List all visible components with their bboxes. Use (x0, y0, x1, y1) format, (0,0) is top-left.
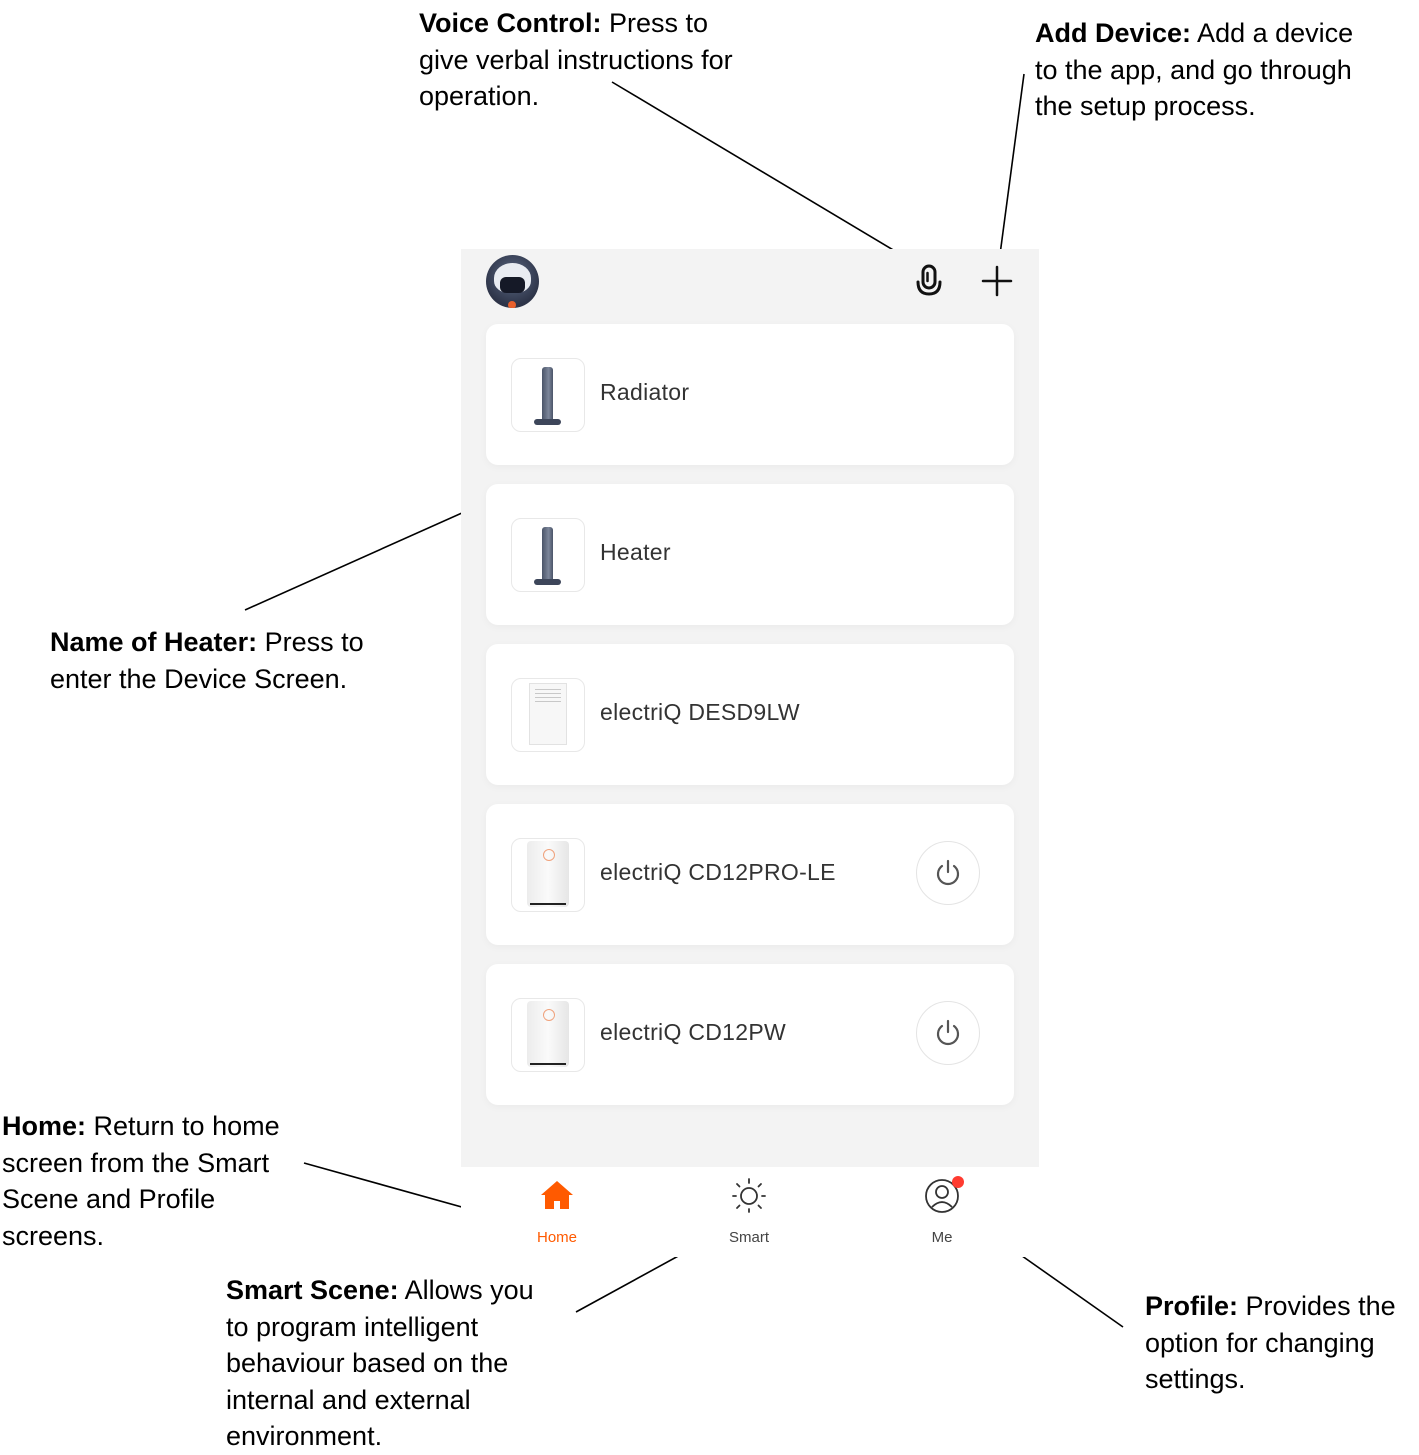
tab-home[interactable]: Home (507, 1173, 607, 1246)
annotation-text: environment. (226, 1421, 383, 1451)
annotation-title: Voice Control: (419, 8, 602, 38)
power-icon (936, 859, 960, 886)
grill-line (535, 697, 561, 698)
avatar-dot (508, 301, 516, 308)
annotation-add-device: Add Device: Add a device to the app, and… (1035, 15, 1353, 125)
tower-base (534, 419, 561, 425)
annotation-profile: Profile: Provides the option for changin… (1145, 1288, 1396, 1398)
tab-label: Home (536, 1229, 577, 1246)
device-card[interactable]: electriQ DESD9LW (486, 644, 1014, 785)
tab-smart[interactable]: Smart (699, 1173, 799, 1246)
annotation-title: Name of Heater: (50, 627, 258, 657)
annotation-name-of-heater: Name of Heater: Press to enter the Devic… (50, 624, 364, 697)
grill-line (535, 701, 561, 702)
annotation-text: option for changing (1145, 1327, 1375, 1358)
robot-avatar-icon[interactable] (486, 255, 539, 308)
device-card[interactable]: electriQ CD12PW (486, 964, 1014, 1105)
device-name[interactable]: electriQ CD12PW (600, 1019, 786, 1046)
device-card[interactable]: electriQ CD12PRO-LE (486, 804, 1014, 945)
device-name[interactable]: Radiator (600, 379, 689, 406)
notification-badge (952, 1176, 964, 1188)
dehumidifier-body (527, 841, 569, 907)
annotation-title: Add Device: (1035, 18, 1192, 48)
annotation-text: to the app, and go through (1035, 54, 1352, 85)
annotation-text: internal and external (226, 1384, 471, 1415)
dehumidifier-thumbnail (511, 838, 585, 912)
dehumidifier-ring (543, 849, 555, 861)
power-button[interactable] (916, 841, 980, 905)
avatar-face (500, 277, 525, 293)
annotation-text: Return to home (86, 1111, 280, 1141)
dehumidifier-base (530, 903, 566, 905)
tab-label: Smart (728, 1229, 769, 1246)
add-device-button[interactable] (979, 263, 1015, 299)
annotation-text: Allows you (398, 1275, 534, 1305)
device-name[interactable]: Heater (600, 539, 671, 566)
power-button[interactable] (916, 1001, 980, 1065)
grill-line (535, 693, 561, 694)
device-name[interactable]: electriQ DESD9LW (600, 699, 800, 726)
annotation-title: Home: (2, 1111, 87, 1141)
dehumidifier-ring (543, 1009, 555, 1021)
box-unit-thumbnail (511, 678, 585, 752)
annotation-text: Press to (257, 627, 364, 657)
bottom-tab-bar: Home Smart Me (461, 1167, 1039, 1257)
annotation-text: behaviour based on the (226, 1348, 509, 1378)
device-name[interactable]: electriQ CD12PRO-LE (600, 859, 836, 886)
dehumidifier-base (530, 1063, 566, 1065)
annotation-text: give verbal instructions for (419, 44, 733, 75)
annotation-text: Add a device (1191, 18, 1354, 48)
dehumidifier-body (527, 1001, 569, 1067)
annotation-text: settings. (1145, 1364, 1246, 1394)
annotation-title: Smart Scene: (226, 1275, 399, 1305)
box-unit-body (529, 683, 567, 745)
device-card[interactable]: Radiator (486, 324, 1014, 465)
grill-line (535, 689, 561, 690)
device-card[interactable]: Heater (486, 484, 1014, 625)
home-icon (541, 1181, 573, 1209)
annotation-text: screens. (2, 1220, 105, 1251)
tower-body (542, 367, 553, 421)
annotation-title: Profile: (1145, 1291, 1239, 1321)
tab-label: Me (931, 1229, 953, 1246)
annotation-text: operation. (419, 81, 540, 111)
app-screen: Radiator Heater electriQ DESD9LW electri… (461, 249, 1039, 1167)
tower-heater-thumbnail (511, 518, 585, 592)
annotation-text: Press to (601, 8, 709, 38)
annotation-home: Home: Return to home screen from the Sma… (2, 1108, 280, 1254)
annotation-text: Scene and Profile (2, 1184, 216, 1214)
annotation-text: enter the Device Screen. (50, 663, 348, 694)
annotation-text: screen from the Smart (2, 1147, 270, 1178)
microphone-icon (916, 264, 942, 296)
annotation-smart-scene: Smart Scene: Allows you to program intel… (226, 1272, 534, 1455)
tab-me[interactable]: Me (892, 1173, 992, 1246)
sun-icon (732, 1178, 766, 1213)
plus-icon (981, 265, 1013, 297)
annotation-text: Provides the (1238, 1291, 1396, 1321)
tower-body (542, 527, 553, 581)
annotation-text: the setup process. (1035, 91, 1256, 121)
tower-base (534, 579, 561, 585)
tower-heater-thumbnail (511, 358, 585, 432)
power-icon (936, 1019, 960, 1046)
annotation-voice-control: Voice Control: Press to give verbal inst… (419, 5, 733, 115)
annotation-text: to program intelligent (226, 1311, 479, 1342)
voice-control-button[interactable] (913, 263, 945, 299)
dehumidifier-thumbnail (511, 998, 585, 1072)
